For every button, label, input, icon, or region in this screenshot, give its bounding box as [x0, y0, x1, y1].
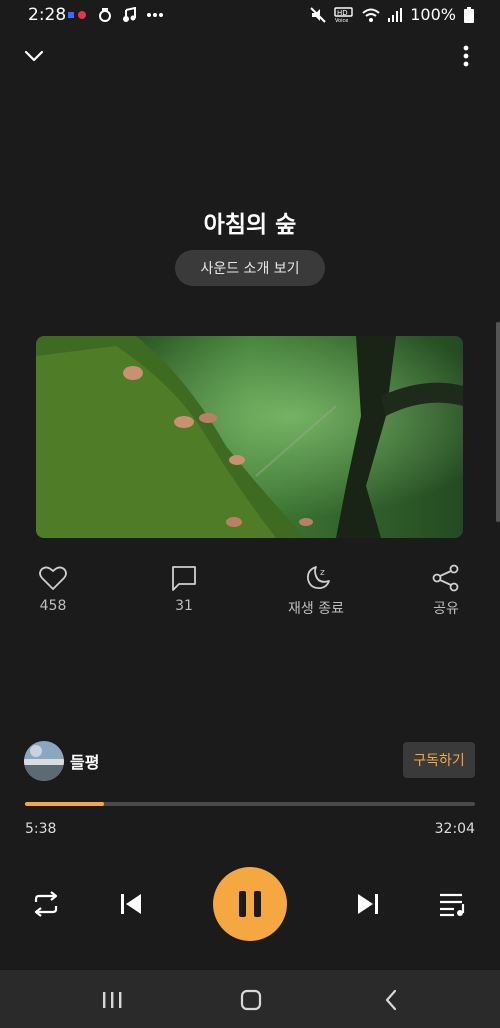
repeat-icon: [34, 891, 58, 917]
home-button[interactable]: [231, 980, 271, 1020]
comment-icon: [172, 566, 196, 591]
repeat-button[interactable]: [26, 884, 66, 924]
playlist-icon: [440, 893, 465, 917]
sound-intro-button[interactable]: 사운드 소개 보기: [175, 250, 325, 286]
progress-track[interactable]: [25, 802, 475, 806]
back-icon: [385, 989, 397, 1011]
recent-apps-icon: [103, 992, 122, 1008]
signal-icon: [388, 7, 403, 23]
channel-avatar[interactable]: [24, 741, 64, 781]
status-notification-icons: [68, 6, 164, 24]
sleep-timer-action[interactable]: z 재생 종료: [266, 564, 366, 624]
next-button[interactable]: [348, 884, 388, 924]
battery-icon: [464, 6, 474, 23]
recent-apps-button[interactable]: [92, 980, 132, 1020]
comment-count: 31: [175, 598, 193, 614]
chevron-down-icon[interactable]: [22, 44, 46, 68]
cover-artwork: [36, 336, 463, 538]
scroll-indicator: [496, 322, 500, 522]
svg-text:HD: HD: [337, 9, 348, 17]
camera-icon: [98, 7, 112, 23]
skip-previous-icon: [121, 894, 141, 914]
share-icon: [432, 564, 459, 592]
recording-dots-icon: [68, 9, 88, 21]
like-action[interactable]: 458: [3, 564, 103, 624]
more-dots-icon: [146, 12, 164, 18]
sleep-timer-icon: z: [307, 566, 330, 589]
track-title: 아침의 숲: [203, 212, 297, 238]
hd-voice-icon: HD Voice: [334, 6, 354, 23]
svg-text:Voice: Voice: [335, 18, 348, 23]
back-button[interactable]: [371, 980, 411, 1020]
skip-next-icon: [358, 894, 378, 914]
status-system-icons: HD Voice 100%: [310, 5, 474, 24]
wifi-icon: [362, 7, 380, 23]
subscribe-button[interactable]: 구독하기: [403, 742, 475, 778]
battery-percent: 100%: [410, 5, 456, 24]
current-time: 5:38: [25, 821, 57, 837]
play-pause-button[interactable]: [213, 867, 287, 941]
playlist-button[interactable]: [433, 884, 473, 924]
status-bar: 2:28 HD Voice 100%: [0, 0, 500, 30]
share-label: 공유: [433, 601, 459, 617]
mute-icon: [310, 6, 326, 23]
svg-text:z: z: [320, 568, 325, 578]
total-time: 32:04: [434, 821, 475, 837]
like-count: 458: [39, 598, 67, 614]
more-vertical-icon[interactable]: [454, 44, 478, 68]
home-icon: [240, 989, 262, 1011]
music-note-icon: [122, 7, 136, 23]
status-time: 2:28: [28, 5, 67, 25]
pause-icon: [239, 891, 261, 917]
comment-action[interactable]: 31: [134, 564, 234, 624]
channel-name[interactable]: 들평: [70, 749, 99, 773]
heart-icon: [39, 566, 67, 590]
sleep-timer-label: 재생 종료: [288, 601, 344, 617]
previous-button[interactable]: [111, 884, 151, 924]
share-action[interactable]: 공유: [396, 564, 496, 624]
progress-fill: [25, 802, 105, 806]
